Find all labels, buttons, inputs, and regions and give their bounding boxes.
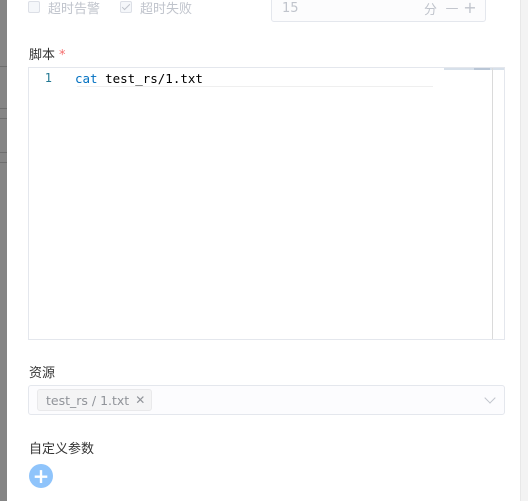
checkbox-unchecked-icon [28, 1, 40, 13]
code-rest: test_rs/1.txt [97, 70, 203, 86]
timeout-options: 超时告警 超时失败 [28, 0, 212, 18]
resource-label: 资源 [29, 366, 56, 381]
code-keyword: cat [75, 70, 98, 86]
script-label-text: 脚本 [29, 48, 56, 63]
chevron-down-icon[interactable] [484, 392, 496, 404]
checkbox-checked-icon [120, 1, 133, 13]
add-param-button[interactable]: + [29, 464, 53, 488]
code-line[interactable]: 1 cat test_rs/1.txt [29, 68, 504, 88]
timeout-alarm-checkbox[interactable]: 超时告警 [28, 0, 100, 17]
timeout-minutes-input[interactable]: 15 分 — + [271, 0, 486, 22]
increase-button[interactable]: + [463, 0, 477, 16]
script-editor[interactable]: 1 cat test_rs/1.txt [28, 67, 505, 340]
timeout-fail-checkbox[interactable]: 超时失败 [120, 0, 192, 17]
timeout-fail-label: 超时失败 [140, 1, 193, 17]
resource-tag-label: test_rs / 1.txt [46, 392, 130, 408]
plus-icon: + [32, 464, 50, 488]
decrease-button[interactable]: — [445, 2, 459, 15]
minimap-slider[interactable] [474, 68, 490, 70]
resource-select[interactable]: test_rs / 1.txt ✕ [28, 385, 505, 415]
editor-scrollbar[interactable] [492, 68, 504, 339]
line-number: 1 [44, 71, 52, 85]
timeout-value[interactable]: 15 [272, 1, 424, 16]
current-line-highlight [77, 86, 433, 87]
timeout-alarm-label: 超时告警 [48, 1, 101, 17]
backdrop-strip [0, 0, 7, 501]
required-mark: * [59, 48, 66, 63]
resource-tag: test_rs / 1.txt ✕ [37, 389, 153, 411]
script-label: 脚本 * [29, 44, 66, 63]
close-icon[interactable]: ✕ [135, 393, 145, 407]
custom-params-label: 自定义参数 [29, 442, 95, 457]
drawer-scrollbar[interactable] [520, 0, 528, 501]
code-text[interactable]: cat test_rs/1.txt [75, 71, 203, 86]
timeout-unit: 分 [423, 2, 437, 18]
